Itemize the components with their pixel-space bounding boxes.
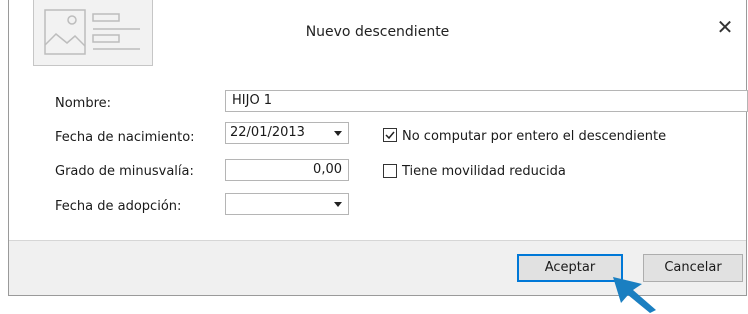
aceptar-button[interactable]: Aceptar: [517, 254, 623, 282]
close-icon[interactable]: ✕: [714, 16, 736, 38]
fecha-nacimiento-combo[interactable]: 22/01/2013: [225, 122, 349, 144]
grado-minusvalia-label: Grado de minusvalía:: [55, 164, 194, 179]
fecha-nacimiento-value: 22/01/2013: [230, 125, 305, 140]
check-icon: [385, 131, 395, 140]
dialog-title: Nuevo descendiente: [305, 24, 450, 40]
nombre-input[interactable]: HIJO 1: [225, 90, 748, 112]
pointer-arrow-icon: [613, 277, 656, 313]
fecha-nacimiento-label: Fecha de nacimiento:: [55, 130, 195, 145]
chevron-down-icon[interactable]: [328, 123, 348, 143]
movilidad-reducida-label: Tiene movilidad reducida: [402, 164, 566, 179]
chevron-down-icon[interactable]: [328, 194, 348, 214]
dialog-nuevo-descendiente: Nuevo descendiente ✕ Nombre: HIJO 1 Fech…: [8, 0, 748, 296]
nombre-label: Nombre:: [55, 96, 112, 111]
nombre-value: HIJO 1: [232, 93, 273, 108]
fecha-adopcion-combo[interactable]: [225, 193, 349, 215]
no-computar-checkbox[interactable]: [383, 128, 397, 142]
fecha-adopcion-label: Fecha de adopción:: [55, 199, 182, 214]
movilidad-reducida-checkbox[interactable]: [383, 164, 397, 178]
no-computar-label: No computar por entero el descendiente: [402, 129, 667, 144]
grado-minusvalia-value: 0,00: [313, 162, 342, 177]
dialog-titlebar: Nuevo descendiente ✕: [9, 0, 746, 70]
grado-minusvalia-input[interactable]: 0,00: [225, 159, 349, 181]
